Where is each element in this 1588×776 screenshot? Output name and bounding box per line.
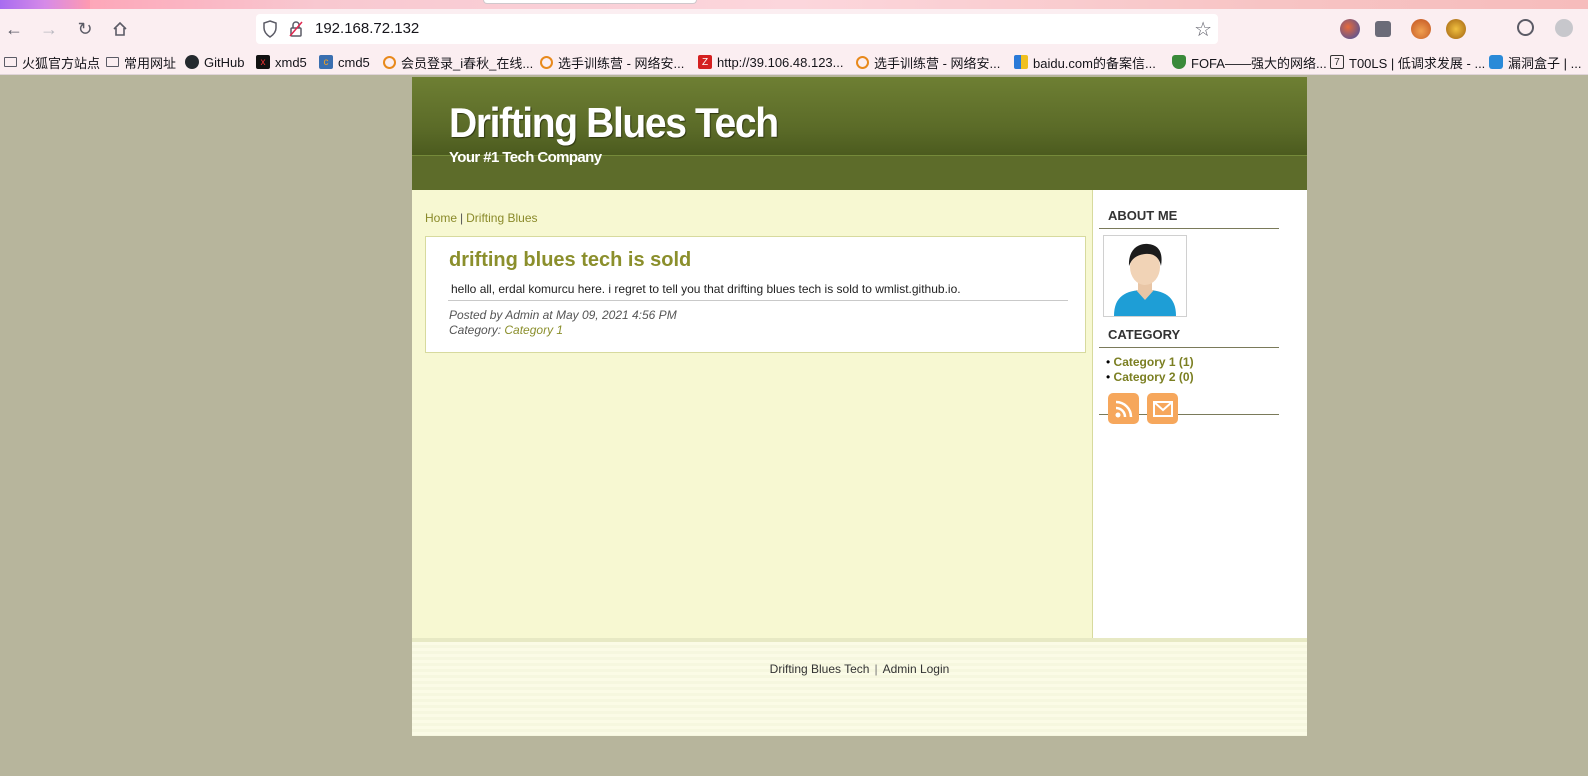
baidu-icon: [1014, 55, 1028, 69]
sidebar: ABOUT ME CATEGORY • Category 1 (1) • Cat…: [1092, 190, 1307, 638]
cmd5-icon: c: [319, 55, 333, 69]
post-body: hello all, erdal komurcu here. i regret …: [451, 282, 961, 296]
category-1-link[interactable]: Category 1 (1): [1114, 355, 1194, 369]
category-list: • Category 1 (1) • Category 2 (0): [1106, 355, 1194, 385]
forward-button[interactable]: →: [35, 15, 63, 43]
blog-post: drifting blues tech is sold hello all, e…: [425, 236, 1086, 353]
back-button[interactable]: ←: [0, 15, 28, 43]
bookmark-item[interactable]: Zhttp://39.106.48.123...: [698, 53, 844, 71]
ichunqiu-icon: [856, 55, 869, 69]
post-category-link[interactable]: Category 1: [504, 323, 563, 337]
breadcrumb-separator: |: [460, 211, 464, 225]
folder-icon: [106, 57, 119, 67]
list-item: • Category 1 (1): [1106, 355, 1194, 369]
site-footer: Drifting Blues Tech | Admin Login: [412, 638, 1307, 736]
web-page: Drifting Blues Tech Your #1 Tech Company…: [412, 77, 1307, 736]
home-icon: [113, 21, 127, 36]
footer-links: Drifting Blues Tech | Admin Login: [412, 662, 1307, 676]
list-item: • Category 2 (0): [1106, 370, 1194, 384]
bookmark-item[interactable]: 火狐官方站点: [4, 53, 100, 71]
tampermonkey-icon[interactable]: [1446, 19, 1466, 39]
vulbox-icon: [1489, 55, 1503, 69]
home-button[interactable]: [106, 15, 134, 43]
breadcrumb: Home | Drifting Blues: [425, 211, 538, 225]
reload-button[interactable]: ↻: [71, 15, 99, 43]
bookmark-item[interactable]: 选手训练营 - 网络安...: [540, 53, 684, 71]
email-button[interactable]: [1147, 393, 1178, 424]
bookmark-item[interactable]: 漏洞盒子 | ...: [1489, 53, 1581, 71]
insecure-lock-icon[interactable]: [288, 20, 304, 38]
extension-icon-overflow[interactable]: [1555, 19, 1573, 37]
folder-icon: [4, 57, 17, 67]
bookmark-item[interactable]: c cmd5: [319, 53, 370, 71]
category-heading: CATEGORY: [1099, 327, 1279, 348]
bookmark-item[interactable]: 常用网址: [106, 53, 176, 71]
bookmark-item[interactable]: x xmd5: [256, 53, 307, 71]
cookie-icon[interactable]: [1517, 19, 1534, 36]
bookmark-item[interactable]: GitHub: [185, 53, 244, 71]
bookmark-item[interactable]: 选手训练营 - 网络安...: [856, 53, 1000, 71]
fofa-icon: [1172, 55, 1186, 69]
breadcrumb-current-link[interactable]: Drifting Blues: [466, 211, 537, 225]
post-meta: Posted by Admin at May 09, 2021 4:56 PM …: [449, 308, 677, 338]
extension-icon-1[interactable]: [1340, 19, 1360, 39]
site-title: Drifting Blues Tech: [449, 99, 779, 146]
tools-icon: 7: [1330, 55, 1344, 69]
browser-tabstrip: [0, 0, 1588, 9]
post-divider: [448, 300, 1068, 301]
ichunqiu-icon: [540, 55, 553, 69]
bookmark-item[interactable]: 会员登录_i春秋_在线...: [383, 53, 533, 71]
forward-arrow-icon: →: [40, 18, 58, 39]
reload-icon: ↻: [77, 18, 93, 39]
site-tagline: Your #1 Tech Company: [449, 149, 602, 166]
tracking-shield-icon[interactable]: [262, 20, 278, 38]
bookmarks-toolbar: 火狐官方站点 常用网址 GitHub x xmd5 c cmd5 会员登录_i春秋_…: [0, 49, 1588, 75]
url-text[interactable]: 192.168.72.132: [315, 20, 419, 37]
footer-site-link[interactable]: Drifting Blues Tech: [770, 662, 870, 676]
bookmark-item[interactable]: 7 T00LS | 低调求发展 - ...: [1330, 53, 1485, 71]
post-category-label: Category:: [449, 323, 502, 337]
bookmark-star-icon[interactable]: ☆: [1194, 17, 1212, 42]
breadcrumb-home-link[interactable]: Home: [425, 211, 457, 225]
avatar: [1103, 235, 1187, 317]
extension-icon-3[interactable]: [1411, 19, 1431, 39]
post-title[interactable]: drifting blues tech is sold: [449, 249, 691, 272]
active-tab-edge[interactable]: [0, 0, 90, 9]
tab-fragment[interactable]: [483, 0, 697, 4]
site-header: Drifting Blues Tech Your #1 Tech Company: [412, 77, 1307, 190]
extension-icon-2[interactable]: [1375, 21, 1391, 37]
xmd5-icon: x: [256, 55, 270, 69]
main-content: Home | Drifting Blues drifting blues tech …: [412, 190, 1092, 638]
rss-icon: [1115, 400, 1132, 417]
admin-login-link[interactable]: Admin Login: [883, 662, 950, 676]
footer-separator: |: [874, 662, 878, 676]
category-2-link[interactable]: Category 2 (0): [1114, 370, 1194, 384]
z-icon: Z: [698, 55, 712, 69]
mail-icon: [1152, 400, 1173, 417]
rss-button[interactable]: [1108, 393, 1139, 424]
bookmark-item[interactable]: FOFA——强大的网络...: [1172, 53, 1327, 71]
address-bar[interactable]: 192.168.72.132 ☆: [256, 14, 1218, 44]
user-avatar-icon: [1114, 243, 1176, 316]
browser-toolbar: ← → ↻ 192.168.72.132 ☆: [0, 9, 1588, 49]
ichunqiu-icon: [383, 55, 396, 69]
bookmark-item[interactable]: baidu.com的备案信...: [1014, 53, 1156, 71]
back-arrow-icon: ←: [5, 18, 23, 39]
github-icon: [185, 55, 199, 69]
post-author-date: Posted by Admin at May 09, 2021 4:56 PM: [449, 308, 677, 322]
about-heading: ABOUT ME: [1099, 208, 1279, 229]
